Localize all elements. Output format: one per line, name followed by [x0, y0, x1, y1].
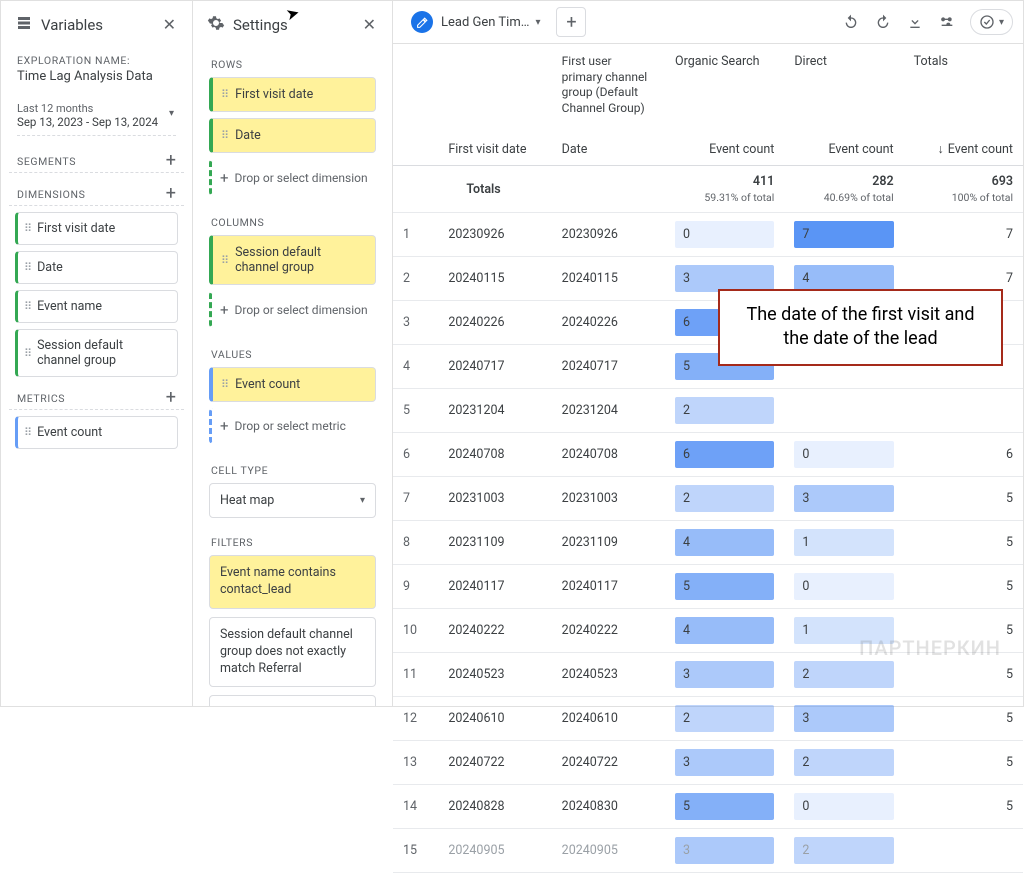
annotation-callout: The date of the first visit and the date…: [718, 289, 1003, 366]
dim-header-1[interactable]: First visit date: [438, 134, 551, 166]
share-icon[interactable]: [938, 13, 956, 31]
dimensions-list: First visit date Date Event name Session de…: [9, 212, 184, 377]
chip[interactable]: Event count: [209, 367, 376, 402]
exploration-name-label: EXPLORATION NAME:: [9, 48, 184, 69]
drop-column-dimension[interactable]: +Drop or select dimension: [209, 291, 376, 328]
col-direct[interactable]: Direct: [784, 44, 903, 134]
chip[interactable]: Date: [15, 251, 178, 284]
table-row[interactable]: 122024061020240610235: [393, 697, 1023, 741]
close-icon[interactable]: ✕: [359, 11, 380, 38]
rows-label: ROWS: [201, 48, 384, 77]
dimensions-label: DIMENSIONS: [17, 188, 85, 201]
metric-header-1[interactable]: Event count: [665, 134, 784, 166]
drag-handle-icon[interactable]: [24, 347, 31, 360]
chevron-down-icon: ▾: [169, 108, 174, 119]
drag-handle-icon[interactable]: [24, 222, 31, 235]
drag-handle-icon[interactable]: [221, 254, 229, 267]
main-panel: Lead Gen Tim… ▾ + ▾: [393, 1, 1023, 706]
chip[interactable]: First visit date: [15, 212, 178, 245]
segments-section: SEGMENTS +: [9, 146, 184, 173]
drag-handle-icon[interactable]: [24, 300, 31, 313]
drag-handle-icon[interactable]: [221, 129, 229, 142]
drag-handle-icon[interactable]: [221, 378, 229, 391]
tab-label: Lead Gen Tim…: [441, 15, 529, 30]
app-root: Variables ✕ EXPLORATION NAME: Time Lag A…: [0, 0, 1024, 707]
channel-group-header: First user primary channel group (Defaul…: [552, 44, 665, 134]
date-range-value: Sep 13, 2023 - Sep 13, 2024: [17, 115, 176, 129]
totals-row: Totals 41159.31% of total 28240.69% of t…: [393, 166, 1023, 213]
col-totals[interactable]: Totals: [904, 44, 1023, 134]
variables-title: Variables: [41, 16, 159, 34]
download-icon[interactable]: [906, 13, 924, 31]
variables-panel: Variables ✕ EXPLORATION NAME: Time Lag A…: [1, 1, 193, 706]
metrics-list: Event count: [9, 416, 184, 449]
toolbar-actions: ▾: [842, 9, 1013, 35]
table-row[interactable]: 15202409052024090532: [393, 829, 1023, 873]
dim-header-2[interactable]: Date: [552, 134, 665, 166]
metrics-section: METRICS +: [9, 383, 184, 410]
table-row[interactable]: 12023092620230926077: [393, 213, 1023, 257]
edit-icon: [411, 11, 433, 33]
settings-body: ROWS First visit date Date +Drop or selec…: [193, 48, 392, 706]
close-icon[interactable]: ✕: [159, 11, 180, 38]
settings-panel: Settings ✕ ROWS First visit dateDate +Dr…: [193, 1, 393, 706]
filter-chip[interactable]: Event name contains contact_lead: [209, 555, 376, 609]
variables-header: Variables ✕: [1, 1, 192, 48]
add-dimension-button[interactable]: +: [166, 187, 176, 201]
chip[interactable]: Date: [209, 118, 376, 153]
drop-row-dimension[interactable]: +Drop or select dimension: [209, 159, 376, 196]
main-toolbar: Lead Gen Tim… ▾ + ▾: [393, 1, 1023, 43]
exploration-name-value[interactable]: Time Lag Analysis Data: [9, 69, 184, 88]
filters-label: FILTERS: [201, 526, 384, 555]
chevron-down-icon: ▾: [535, 17, 540, 28]
col-organic[interactable]: Organic Search: [665, 44, 784, 134]
variables-body: EXPLORATION NAME: Time Lag Analysis Data…: [1, 48, 192, 463]
table-row[interactable]: 72023100320231003235: [393, 477, 1023, 521]
totals-label: Totals: [438, 166, 665, 213]
table-row[interactable]: 142024082820240830505: [393, 785, 1023, 829]
chip[interactable]: Session default channel group: [15, 329, 178, 377]
metric-header-total[interactable]: Event count: [904, 134, 1023, 166]
cell-type-select[interactable]: Heat map ▾: [209, 483, 376, 518]
report-table: First user primary channel group (Defaul…: [393, 44, 1023, 873]
date-range-label: Last 12 months: [17, 102, 176, 115]
undo-icon[interactable]: [842, 13, 860, 31]
variables-icon: [15, 14, 33, 36]
date-range-picker[interactable]: Last 12 months Sep 13, 2023 - Sep 13, 20…: [17, 98, 176, 136]
report-grid: First user primary channel group (Defaul…: [393, 43, 1023, 873]
chip[interactable]: Session default channel group: [209, 235, 376, 285]
table-row[interactable]: 62024070820240708606: [393, 433, 1023, 477]
watermark: ПАРТНЕРКИН: [859, 636, 1001, 660]
redo-icon[interactable]: [874, 13, 892, 31]
filter-chip[interactable]: Session default channel group does not e…: [209, 617, 376, 688]
drop-metric[interactable]: +Drop or select metric: [209, 408, 376, 444]
add-segment-button[interactable]: +: [166, 154, 176, 168]
chevron-down-icon: ▾: [360, 495, 365, 506]
drag-handle-icon[interactable]: [24, 426, 31, 439]
values-label: VALUES: [201, 338, 384, 367]
cell-type-value: Heat map: [220, 493, 274, 508]
gear-icon: [207, 14, 225, 36]
status-pill[interactable]: ▾: [970, 9, 1013, 35]
dimensions-section: DIMENSIONS +: [9, 179, 184, 206]
metrics-label: METRICS: [17, 392, 65, 405]
drag-handle-icon[interactable]: [221, 88, 229, 101]
table-row[interactable]: 132024072220240722325: [393, 741, 1023, 785]
table-row[interactable]: 82023110920231109415: [393, 521, 1023, 565]
table-row[interactable]: 92024011720240117505: [393, 565, 1023, 609]
add-metric-button[interactable]: +: [166, 391, 176, 405]
drag-handle-icon[interactable]: [24, 261, 31, 274]
columns-label: COLUMNS: [201, 206, 384, 235]
chip[interactable]: First visit date: [209, 77, 376, 112]
table-row[interactable]: 520231204202312042: [393, 389, 1023, 433]
chip[interactable]: Event name: [15, 290, 178, 323]
filter-chip[interactable]: Session default channel group does not e…: [209, 695, 376, 706]
cell-type-label: CELL TYPE: [201, 454, 384, 483]
metric-header-2[interactable]: Event count: [784, 134, 903, 166]
add-tab-button[interactable]: +: [556, 7, 586, 37]
segments-label: SEGMENTS: [17, 155, 76, 168]
report-tab[interactable]: Lead Gen Tim… ▾: [403, 5, 548, 39]
chip[interactable]: Event count: [15, 416, 178, 449]
